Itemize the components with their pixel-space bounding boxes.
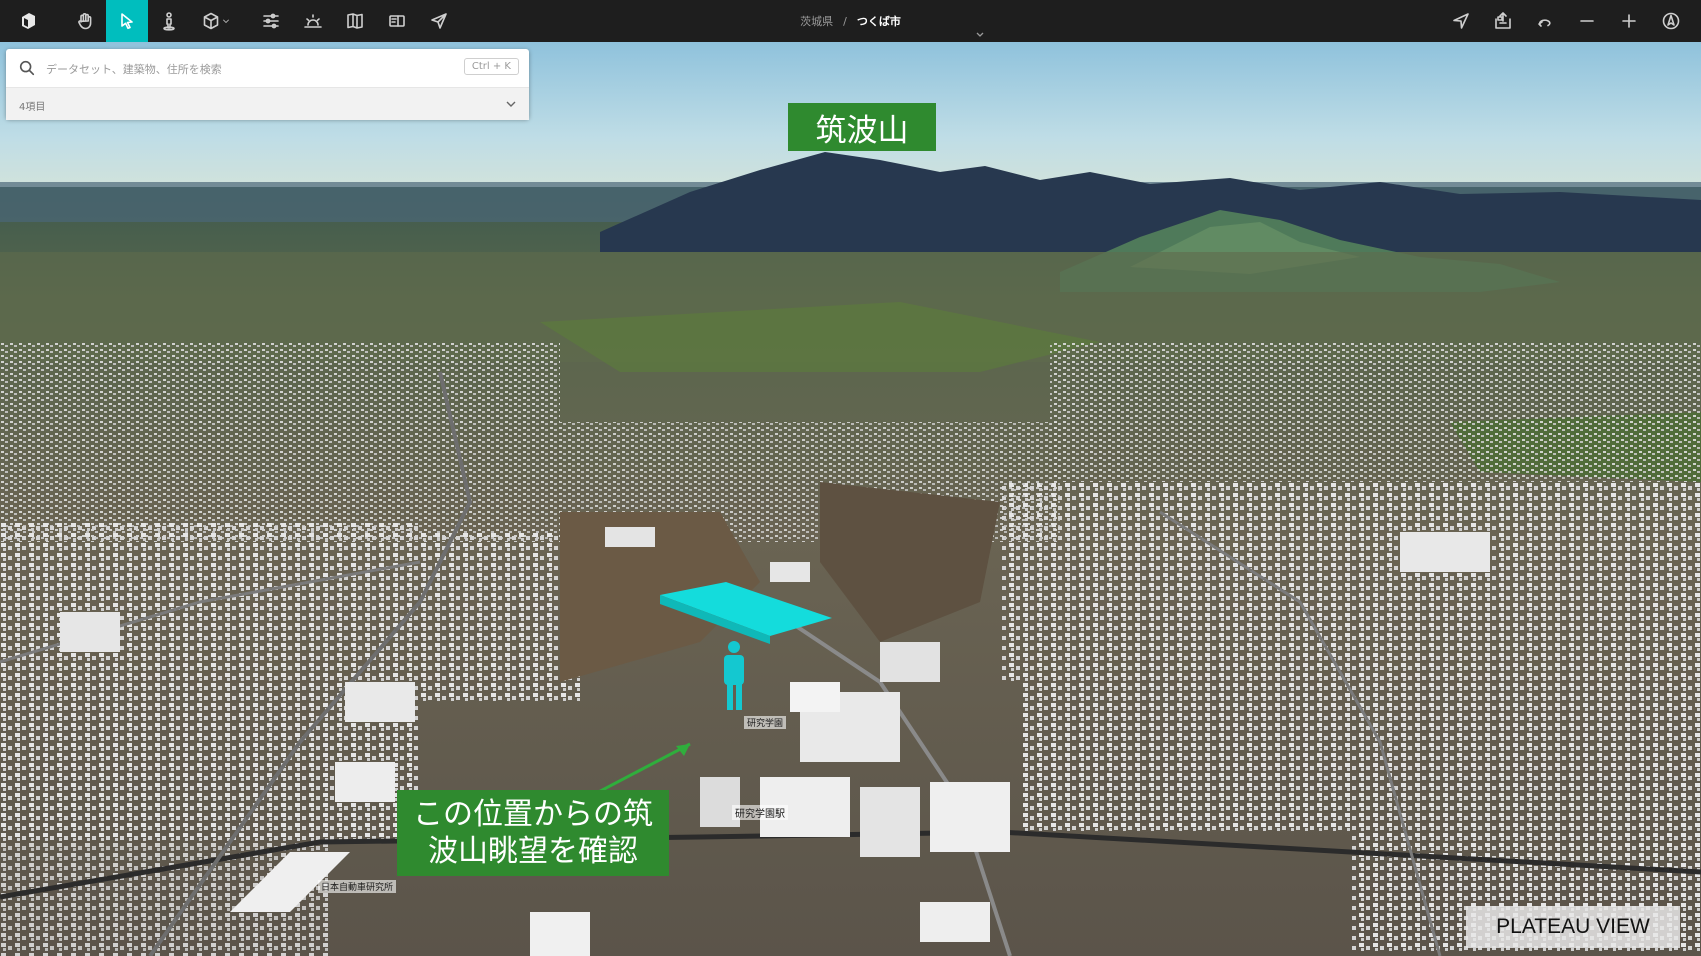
plus-icon bbox=[1622, 14, 1636, 28]
rotate-button[interactable] bbox=[1524, 0, 1566, 42]
settings-button[interactable] bbox=[250, 0, 292, 42]
location-button[interactable] bbox=[1440, 0, 1482, 42]
sliders-icon bbox=[263, 13, 279, 29]
story-icon bbox=[389, 15, 405, 27]
station-small-label: 研究学園 bbox=[744, 716, 787, 729]
pedestrian-tool-button[interactable] bbox=[148, 0, 190, 42]
search-input[interactable] bbox=[44, 57, 468, 81]
search-results-toggle[interactable]: 4項目 bbox=[6, 87, 529, 120]
search-icon bbox=[19, 60, 35, 76]
result-count: 4項目 bbox=[19, 102, 46, 113]
institute-label: 日本自動車研究所 bbox=[318, 880, 397, 893]
callout-label: この位置からの筑波山眺望を確認 bbox=[397, 790, 669, 876]
breadcrumb-prefecture[interactable]: 茨城県 bbox=[800, 13, 833, 29]
sun-button[interactable] bbox=[292, 0, 334, 42]
hand-icon bbox=[78, 13, 92, 30]
search-shortcut-badge: Ctrl + K bbox=[463, 58, 519, 75]
share-button[interactable] bbox=[418, 0, 460, 42]
chevron-down-icon bbox=[506, 101, 516, 107]
map-button[interactable] bbox=[334, 0, 376, 42]
breadcrumb-separator: / bbox=[843, 14, 847, 28]
rotate-icon bbox=[1538, 19, 1551, 27]
map-viewport[interactable]: 研究学園駅 研究学園 日本自動車研究所 bbox=[0, 42, 1701, 956]
chevron-down-icon bbox=[223, 19, 229, 23]
zoom-out-button[interactable] bbox=[1566, 0, 1608, 42]
breadcrumb-chevron-icon[interactable] bbox=[975, 30, 985, 40]
map-icon bbox=[347, 13, 363, 29]
search-panel: Ctrl + K 4項目 bbox=[6, 49, 529, 120]
screenshot-button[interactable] bbox=[1482, 0, 1524, 42]
person-pin-icon bbox=[163, 12, 175, 31]
minus-icon bbox=[1580, 20, 1594, 22]
3d-tool-dropdown[interactable] bbox=[218, 0, 234, 42]
select-tool-button[interactable] bbox=[106, 0, 148, 42]
send-icon bbox=[431, 13, 447, 29]
location-arrow-icon bbox=[1453, 13, 1469, 29]
plateau-view-watermark: PLATEAU VIEW bbox=[1466, 906, 1680, 948]
zoom-in-button[interactable] bbox=[1608, 0, 1650, 42]
map-scene bbox=[0, 42, 1701, 956]
app-logo-icon[interactable] bbox=[7, 0, 49, 42]
hand-tool-button[interactable] bbox=[64, 0, 106, 42]
mountain-label: 筑波山 bbox=[788, 103, 936, 151]
search-row: Ctrl + K bbox=[6, 49, 529, 87]
export-icon bbox=[1495, 12, 1511, 29]
breadcrumb-city[interactable]: つくば市 bbox=[857, 13, 901, 29]
story-button[interactable] bbox=[376, 0, 418, 42]
compass-icon bbox=[1662, 12, 1680, 30]
top-toolbar: 茨城県 / つくば市 bbox=[0, 0, 1701, 42]
station-label: 研究学園駅 bbox=[732, 805, 788, 820]
compass-button[interactable] bbox=[1650, 0, 1692, 42]
sunrise-icon bbox=[304, 14, 322, 28]
cursor-icon bbox=[121, 13, 133, 30]
